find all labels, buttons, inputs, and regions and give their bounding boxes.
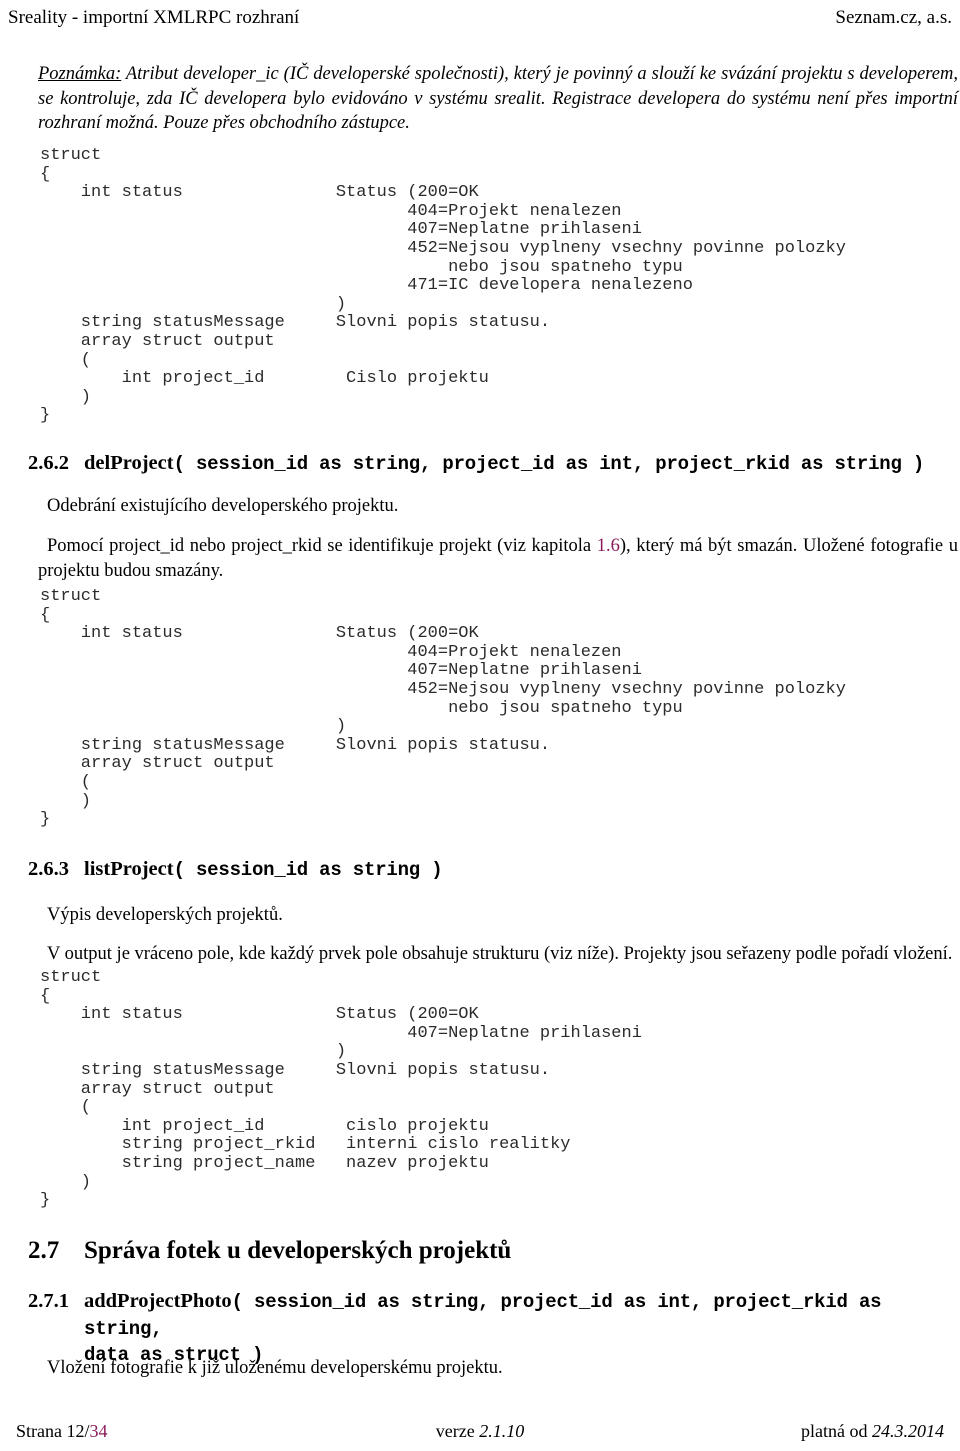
paragraph-text: Odebrání existujícího developerského pro…	[47, 496, 399, 516]
heading-delproject: 2.6.2 delProject( session_id as string, …	[28, 450, 958, 477]
running-head-right: Seznam.cz, a.s.	[835, 7, 952, 28]
code-block-addproject-response: struct { int status Status (200=OK 404=P…	[40, 146, 846, 426]
note-paragraph: Poznámka: Atribut developer_ic (IČ devel…	[38, 62, 958, 136]
note-lead-label: Poznámka:	[38, 64, 122, 84]
heading-listproject: 2.6.3 listProject( session_id as string …	[28, 856, 958, 883]
code-text: struct { int status Status (200=OK 404=P…	[40, 587, 846, 830]
heading-title: Správa fotek u developerských projektů	[84, 1237, 512, 1264]
heading-number: 2.6.3	[28, 858, 69, 880]
note-block: Poznámka: Atribut developer_ic (IČ devel…	[38, 62, 958, 136]
running-head-left: Sreality - importní XMLRPC rozhraní	[8, 7, 300, 28]
heading-photo-management: 2.7 Správa fotek u developerských projek…	[28, 1236, 958, 1266]
footer-validity-value: 24.3.2014	[872, 1421, 944, 1441]
heading-method-signature: ( session_id as string )	[173, 859, 443, 881]
footer-validity-label: platná od	[801, 1421, 872, 1441]
listproject-description-2: V output je vráceno pole, kde každý prve…	[38, 942, 958, 967]
chapter-reference-link[interactable]: 1.6	[597, 536, 620, 556]
listproject-description-1: Výpis developerských projektů.	[38, 903, 958, 928]
delproject-description-1: Odebrání existujícího developerského pro…	[38, 494, 958, 519]
heading-number: 2.7	[28, 1237, 60, 1264]
paragraph-text: Vložení fotografie k již uloženému devel…	[47, 1358, 503, 1378]
delproject-description-2: Pomocí project_id nebo project_rkid se i…	[38, 534, 958, 583]
code-block-listproject-response: struct { int status Status (200=OK 407=N…	[40, 968, 642, 1211]
heading-method-name: delProject	[84, 452, 174, 474]
note-body-text: Atribut developer_ic (IČ developerské sp…	[38, 64, 958, 133]
heading-number: 2.7.1	[28, 1290, 69, 1312]
paragraph-text: Pomocí project_id nebo project_rkid se i…	[38, 534, 958, 583]
heading-method-name: listProject	[84, 858, 174, 880]
paragraph-text: Výpis developerských projektů.	[47, 905, 283, 925]
heading-number: 2.6.2	[28, 452, 69, 474]
heading-method-name: addProjectPhoto	[84, 1290, 232, 1312]
paragraph-text: V output je vráceno pole, kde každý prve…	[47, 944, 953, 964]
addprojectphoto-description-1: Vložení fotografie k již uloženému devel…	[38, 1356, 958, 1381]
code-block-delproject-response: struct { int status Status (200=OK 404=P…	[40, 587, 846, 830]
code-text: struct { int status Status (200=OK 407=N…	[40, 968, 642, 1211]
footer-version-label: verze	[435, 1421, 480, 1441]
footer-validity: platná od 24.3.2014	[801, 1419, 944, 1443]
heading-method-signature: ( session_id as string, project_id as in…	[173, 453, 925, 475]
code-text: struct { int status Status (200=OK 404=P…	[40, 146, 846, 426]
footer-version-value: 2.1.10	[479, 1421, 525, 1441]
paragraph-segment-before-link: Pomocí project_id nebo project_rkid se i…	[47, 536, 597, 556]
document-page: Sreality - importní XMLRPC rozhraní Sezn…	[0, 0, 960, 1451]
page-footer: Strana 12/34 verze 2.1.10 platná od 24.3…	[8, 1419, 952, 1443]
running-head: Sreality - importní XMLRPC rozhraní Sezn…	[8, 6, 952, 30]
